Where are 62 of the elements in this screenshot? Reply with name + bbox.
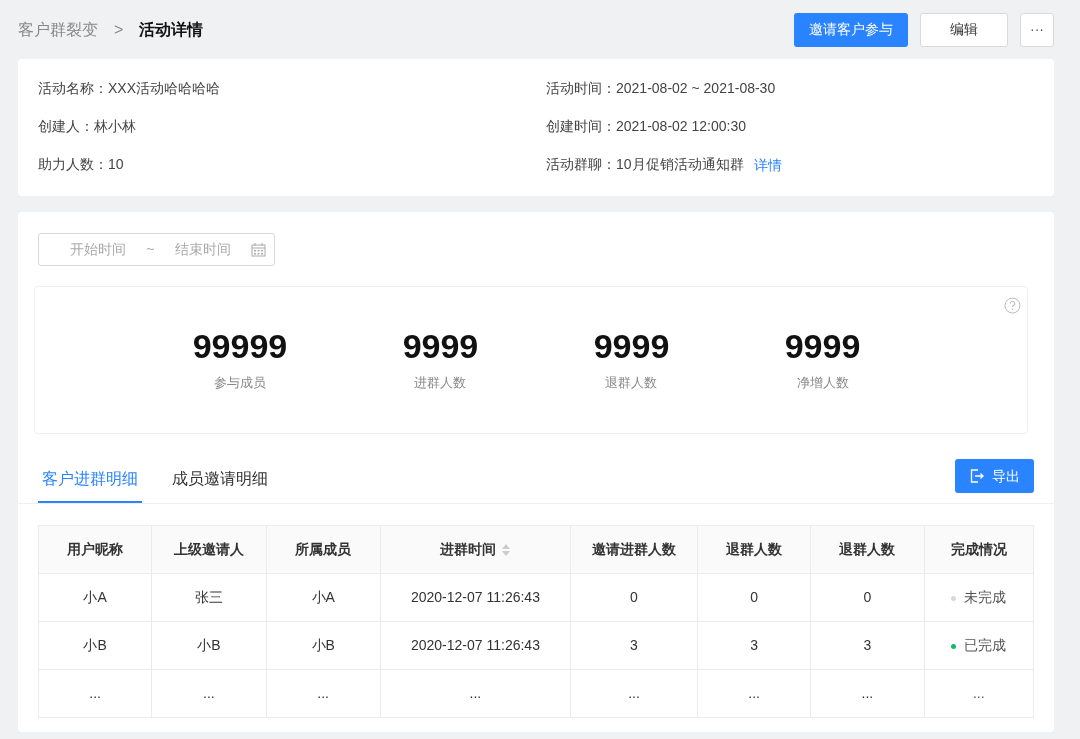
table-cell: 2020-12-07 11:26:43	[380, 621, 571, 670]
stat-label: 净增人数	[796, 373, 849, 392]
stat-label: 退群人数	[605, 373, 658, 392]
table-cell: ...	[380, 669, 571, 718]
column-header: 进群时间	[380, 525, 571, 574]
info-text: 活动群聊：10月促销活动通知群	[546, 155, 744, 174]
column-header: 退群人数	[810, 525, 925, 574]
table-cell: ...	[151, 669, 267, 718]
export-button[interactable]: 导出	[955, 459, 1034, 493]
help-icon[interactable]	[1004, 297, 1021, 314]
table-cell: 0	[697, 573, 811, 622]
column-header: 用户昵称	[38, 525, 152, 574]
export-icon	[969, 469, 984, 483]
table-cell: 张三	[151, 573, 267, 622]
table-cell: 2020-12-07 11:26:43	[380, 573, 571, 622]
table-cell: ...	[570, 669, 698, 718]
calendar-icon	[251, 242, 266, 257]
column-header: 完成情况	[924, 525, 1034, 574]
table-cell: ...	[266, 669, 381, 718]
table-cell: 0	[570, 573, 698, 622]
table-cell: 3	[810, 621, 925, 670]
status-cell: ...	[924, 669, 1034, 718]
range-separator: ~	[146, 240, 155, 259]
table-cell: 3	[697, 621, 811, 670]
more-button[interactable]: ···	[1020, 12, 1054, 47]
table-cell: ...	[697, 669, 811, 718]
stat-value: 9999	[784, 327, 861, 365]
table-cell: 0	[810, 573, 925, 622]
table-cell: 小B	[266, 621, 381, 670]
status-cell: 已完成	[924, 621, 1034, 670]
table-cell: 小A	[38, 573, 152, 622]
breadcrumb-separator: >	[114, 19, 124, 40]
detail-link[interactable]: 详情	[753, 155, 782, 176]
date-range-picker[interactable]: 开始时间 ~ 结束时间	[38, 233, 275, 266]
stat-label: 进群人数	[414, 373, 467, 392]
table-cell: 3	[570, 621, 698, 670]
info-text: 创建人：林小林	[38, 117, 136, 135]
info-text: 活动名称：XXX活动哈哈哈哈	[38, 79, 220, 97]
tab[interactable]: 成员邀请明细	[168, 457, 272, 503]
invite-button[interactable]: 邀请客户参与	[794, 12, 908, 47]
stat-value: 99999	[192, 327, 288, 365]
table-cell: 小B	[151, 621, 267, 670]
column-header: 退群人数	[697, 525, 811, 574]
stat-value: 9999	[593, 327, 670, 365]
sort-icon[interactable]	[500, 544, 511, 557]
stat-label: 参与成员	[213, 373, 266, 392]
info-text: 助力人数：10	[38, 155, 124, 174]
breadcrumb-link[interactable]: 客户群裂变	[18, 17, 98, 42]
status-cell: 未完成	[924, 573, 1034, 622]
info-text: 活动时间：2021-08-02 ~ 2021-08-30	[546, 79, 776, 97]
table-cell: ...	[810, 669, 925, 718]
edit-button[interactable]: 编辑	[920, 12, 1008, 47]
column-header: 邀请进群人数	[570, 525, 698, 574]
column-header: 上级邀请人	[151, 525, 267, 574]
table-cell: 小B	[38, 621, 152, 670]
table-cell: 小A	[266, 573, 381, 622]
stat-value: 9999	[402, 327, 479, 365]
column-header: 所属成员	[266, 525, 381, 574]
table-cell: ...	[38, 669, 152, 718]
page-title: 活动详情	[139, 19, 204, 40]
tab[interactable]: 客户进群明细	[38, 457, 142, 503]
info-text: 创建时间：2021-08-02 12:00:30	[546, 117, 746, 135]
